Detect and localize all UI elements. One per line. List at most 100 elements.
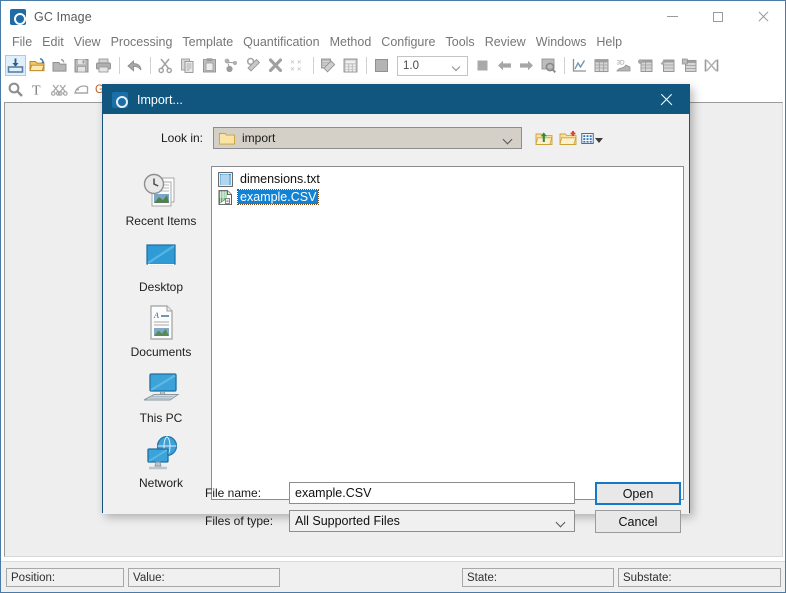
chevron-down-icon	[556, 519, 565, 525]
file-list-item[interactable]: dimensions.txt	[215, 170, 322, 188]
place-documents[interactable]: A Documents	[115, 303, 207, 367]
stop-square-button[interactable]	[472, 55, 493, 76]
scissors-blobs-icon	[51, 81, 68, 98]
place-label: Documents	[131, 345, 192, 359]
magnifier-button[interactable]	[5, 79, 26, 100]
file-list[interactable]: dimensions.txt example.CSV	[211, 166, 684, 500]
text-tool-button[interactable]: T	[27, 79, 48, 100]
edit-pencil-button[interactable]	[243, 55, 264, 76]
close-image-button[interactable]	[49, 55, 70, 76]
blob-detect-button[interactable]	[221, 55, 242, 76]
menu-help[interactable]: Help	[591, 34, 627, 50]
compare-table-icon	[681, 57, 698, 74]
menu-edit[interactable]: Edit	[37, 34, 69, 50]
overlay-icon	[703, 57, 720, 74]
menu-view[interactable]: View	[69, 34, 106, 50]
new-folder-button[interactable]	[557, 127, 579, 149]
dialog-title: Import...	[137, 93, 183, 107]
zoom-region-button[interactable]	[538, 55, 559, 76]
desktop-icon	[141, 238, 181, 278]
chromatogram-plot-button[interactable]	[569, 55, 590, 76]
menu-method[interactable]: Method	[325, 34, 377, 50]
dialog-close-button[interactable]	[643, 85, 689, 114]
svg-text:✕ ✕: ✕ ✕	[290, 60, 302, 66]
blob-table-icon	[637, 57, 654, 74]
save-button[interactable]	[71, 55, 92, 76]
file-name: example.CSV	[238, 190, 318, 204]
blob-table-button[interactable]	[635, 55, 656, 76]
new-folder-icon	[559, 130, 578, 147]
peak-table-button[interactable]	[657, 55, 678, 76]
window-titlebar: GC Image	[1, 1, 785, 32]
view-mode-button[interactable]	[581, 127, 603, 149]
close-image-icon	[51, 57, 68, 74]
region-select-button[interactable]	[71, 79, 92, 100]
close-button[interactable]	[740, 1, 785, 32]
back-button[interactable]	[494, 55, 515, 76]
up-one-level-button[interactable]	[533, 127, 555, 149]
compare-table-button[interactable]	[679, 55, 700, 76]
peak-table-icon	[659, 57, 676, 74]
lookin-label: Look in:	[103, 131, 213, 145]
filename-input[interactable]: example.CSV	[289, 482, 575, 504]
menu-review[interactable]: Review	[480, 34, 531, 50]
menu-processing[interactable]: Processing	[106, 34, 178, 50]
dialog-titlebar: Import...	[103, 85, 689, 114]
calculator-icon	[342, 57, 359, 74]
palette-square-button[interactable]	[371, 55, 392, 76]
view-mode-icon	[581, 131, 594, 146]
application-window: GC Image File Edit View Processing Templ…	[0, 0, 786, 593]
close-icon	[757, 11, 769, 23]
cancel-button[interactable]: Cancel	[595, 510, 681, 533]
recent-items-icon	[140, 172, 182, 212]
place-desktop[interactable]: Desktop	[115, 238, 207, 302]
print-button[interactable]	[93, 55, 114, 76]
region-select-icon	[73, 81, 90, 98]
import-image-button[interactable]	[5, 55, 26, 76]
dialog-nav-buttons	[533, 127, 605, 149]
import-image-icon	[7, 57, 24, 74]
forward-button[interactable]	[516, 55, 537, 76]
text-tool-icon: T	[29, 81, 46, 98]
overlay-button[interactable]	[701, 55, 722, 76]
menu-windows[interactable]: Windows	[531, 34, 592, 50]
menu-tools[interactable]: Tools	[441, 34, 480, 50]
delete-x-button[interactable]	[265, 55, 286, 76]
place-recent-items[interactable]: Recent Items	[115, 172, 207, 236]
paste-button[interactable]	[199, 55, 220, 76]
maximize-button[interactable]	[695, 1, 740, 32]
menu-template[interactable]: Template	[177, 34, 238, 50]
scissors-blobs-button[interactable]	[49, 79, 70, 100]
lookin-combo[interactable]: import	[213, 127, 522, 149]
network-icon	[140, 434, 182, 474]
filename-label: File name:	[103, 486, 289, 500]
calculator-button[interactable]	[340, 55, 361, 76]
undo-icon	[126, 57, 143, 74]
app-logo-icon	[112, 92, 128, 108]
clear-marks-button[interactable]: ✕ ✕ ✕ ✕	[287, 55, 308, 76]
cut-icon	[157, 57, 174, 74]
undo-button[interactable]	[124, 55, 145, 76]
open-folder-button[interactable]	[27, 55, 48, 76]
zoom-level-value: 1.0	[398, 60, 419, 72]
cut-button[interactable]	[155, 55, 176, 76]
filetype-combo[interactable]: All Supported Files	[289, 510, 575, 532]
copy-button[interactable]	[177, 55, 198, 76]
lookin-row: Look in: import	[103, 126, 689, 150]
template-pencil-icon	[320, 57, 337, 74]
filetype-value: All Supported Files	[295, 514, 400, 528]
surface-3d-button[interactable]: 3D	[613, 55, 634, 76]
place-this-pc[interactable]: This PC	[115, 369, 207, 433]
menu-quantification[interactable]: Quantification	[238, 34, 324, 50]
minimize-button[interactable]	[650, 1, 695, 32]
menu-file[interactable]: File	[7, 34, 37, 50]
file-name: dimensions.txt	[238, 172, 322, 186]
open-button[interactable]: Open	[595, 482, 681, 505]
template-pencil-button[interactable]	[318, 55, 339, 76]
status-value: Value:	[128, 568, 280, 587]
menu-configure[interactable]: Configure	[376, 34, 440, 50]
status-position: Position:	[6, 568, 124, 587]
data-table-button[interactable]	[591, 55, 612, 76]
file-list-item[interactable]: example.CSV	[215, 188, 318, 206]
zoom-level-combo[interactable]: 1.0	[397, 56, 468, 76]
